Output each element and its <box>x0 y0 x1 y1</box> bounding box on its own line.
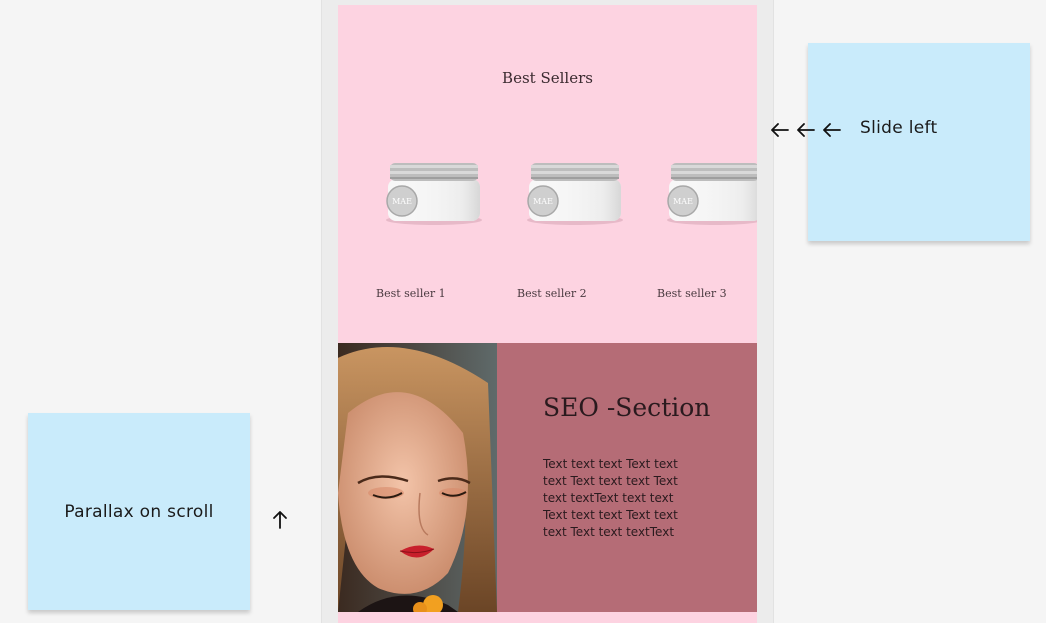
next-section-strip <box>338 612 757 623</box>
product-card-2[interactable]: MAE <box>481 155 623 305</box>
arrow-left-icon <box>797 123 815 137</box>
arrow-left-icon <box>771 123 789 137</box>
best-sellers-section: Best Sellers MAE MAE MAE Best seller 1 B… <box>338 5 757 343</box>
product-card-3[interactable]: MAE <box>621 155 757 305</box>
product-jar-image: MAE <box>386 163 482 225</box>
seo-body-text: Text text text Text text text Text text … <box>543 457 678 539</box>
slide-arrows <box>768 118 846 142</box>
portrait-image <box>338 343 497 612</box>
product-label-3: Best seller 3 <box>657 287 727 300</box>
arrow-left-icon <box>823 123 841 137</box>
jar-brand-text: MAE <box>533 197 553 206</box>
best-sellers-title: Best Sellers <box>502 69 593 87</box>
jar-brand-text: MAE <box>392 197 412 206</box>
seo-section: SEO -Section Text text text Text text te… <box>338 343 757 612</box>
product-label-2: Best seller 2 <box>517 287 587 300</box>
product-label-1: Best seller 1 <box>376 287 446 300</box>
slide-left-note-text: Slide left <box>860 118 938 138</box>
sticky-note-slide[interactable] <box>808 43 1030 241</box>
product-card-1[interactable]: MAE <box>340 155 482 305</box>
arrow-up-icon <box>273 511 287 529</box>
seo-title: SEO -Section <box>543 393 711 422</box>
product-jar-image: MAE <box>527 163 623 225</box>
jar-brand-text: MAE <box>673 197 693 206</box>
product-jar-image: MAE <box>667 163 757 225</box>
parallax-note-text: Parallax on scroll <box>64 501 214 522</box>
sticky-note-parallax[interactable]: Parallax on scroll <box>28 413 250 610</box>
